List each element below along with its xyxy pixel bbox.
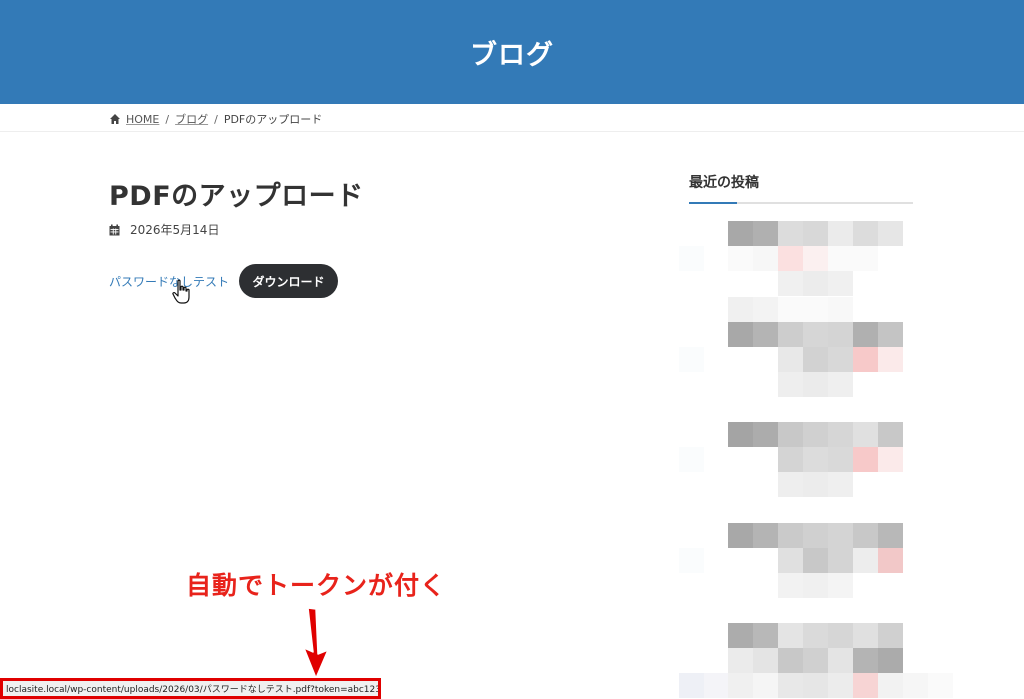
post-date-text: 2026年5月14日 — [130, 223, 220, 237]
pdf-link[interactable]: パスワードなしテスト — [109, 273, 229, 290]
home-icon — [110, 114, 120, 124]
status-bar-url: loclasite.local/wp-content/uploads/2026/… — [0, 678, 381, 699]
hand-cursor-icon — [172, 279, 190, 304]
breadcrumb-separator: / — [214, 112, 218, 126]
breadcrumb-bar: HOME / ブログ / PDFのアップロード — [0, 104, 1024, 132]
recent-posts-pixelated — [679, 221, 959, 699]
download-row: パスワードなしテスト ダウンロード — [109, 264, 339, 298]
sidebar: 最近の投稿 — [689, 172, 913, 204]
breadcrumb-home-link[interactable]: HOME — [126, 113, 159, 126]
sidebar-heading: 最近の投稿 — [689, 175, 759, 191]
calendar-icon — [109, 224, 120, 235]
arrow-down-icon — [303, 607, 329, 679]
breadcrumb-separator: / — [165, 112, 170, 126]
post-title: PDFのアップロード — [109, 181, 364, 212]
status-bar-url-text: loclasite.local/wp-content/uploads/2026/… — [6, 685, 381, 695]
breadcrumb-current: PDFのアップロード — [223, 113, 323, 126]
site-header: ブログ — [0, 0, 1024, 104]
post-date: 2026年5月14日 — [109, 221, 219, 238]
sidebar-heading-underline — [689, 202, 913, 204]
site-header-title: ブログ — [470, 39, 554, 71]
annotation-text: 自動でトークンが付く — [186, 571, 447, 600]
breadcrumb: HOME / ブログ / PDFのアップロード — [109, 111, 322, 127]
breadcrumb-blog-link[interactable]: ブログ — [175, 111, 208, 127]
download-button[interactable]: ダウンロード — [239, 264, 339, 298]
